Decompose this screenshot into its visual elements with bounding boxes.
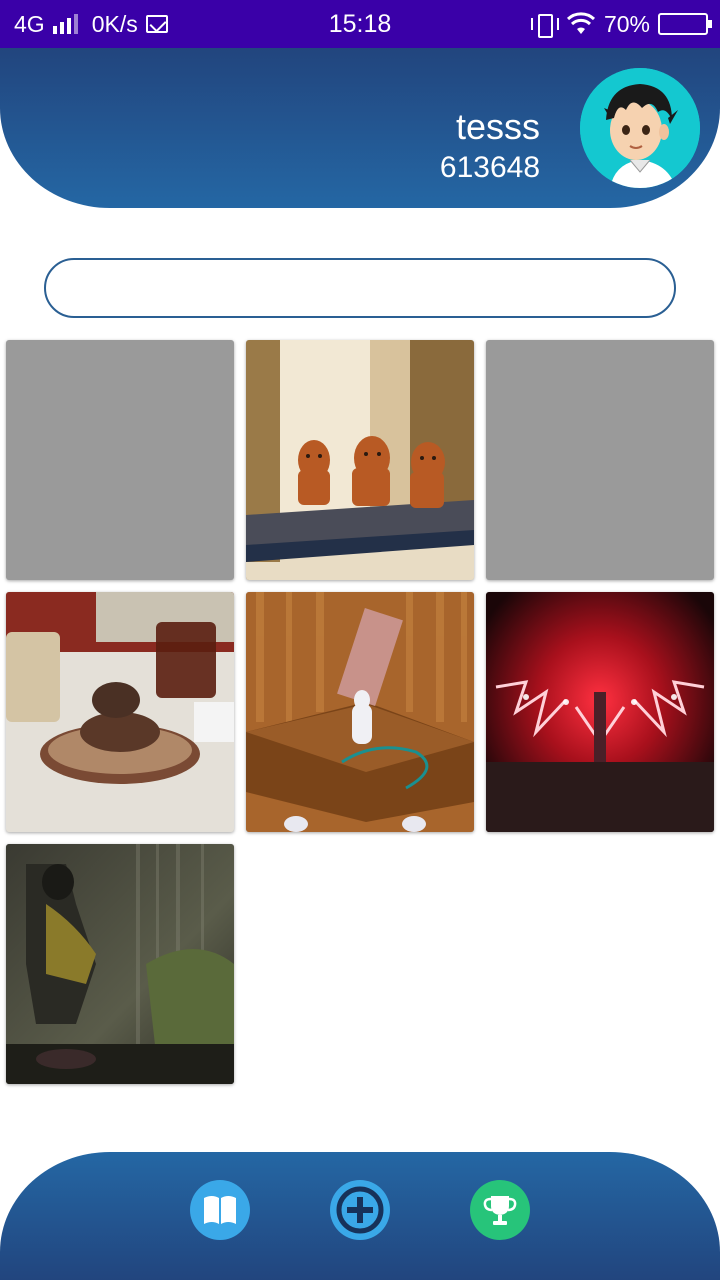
signal-icon (52, 14, 78, 34)
gallery-item-5[interactable] (246, 592, 474, 832)
battery-icon (658, 13, 712, 35)
leaderboard-button[interactable] (470, 1180, 530, 1240)
vibrate-icon (530, 12, 559, 38)
avatar-illustration (580, 68, 700, 188)
battery-percent: 70% (603, 10, 650, 37)
book-icon (204, 1196, 236, 1224)
gallery-item-7[interactable] (6, 844, 234, 1084)
gallery-item-1[interactable] (6, 340, 234, 580)
gallery-item-6[interactable] (486, 592, 714, 832)
wooden-animals-photo (246, 340, 474, 580)
user-id: 613648 (439, 151, 540, 184)
dark-hero-photo (6, 844, 234, 1084)
gallery-item-4[interactable] (6, 592, 234, 832)
search-input[interactable] (44, 258, 676, 318)
message-icon (145, 15, 168, 33)
avatar[interactable] (580, 68, 700, 188)
gallery-item-3[interactable] (486, 340, 714, 580)
library-button[interactable] (190, 1180, 250, 1240)
shelf-figurine-photo (246, 592, 474, 832)
network-label: 4G (14, 10, 45, 37)
red-art-photo (486, 592, 714, 832)
status-bar: 4G 0K/s 15:18 70% (0, 0, 720, 48)
status-left: 4G 0K/s (14, 11, 168, 38)
user-info: tesss 613648 (440, 106, 540, 186)
wifi-icon (566, 12, 595, 34)
bottom-nav (0, 1152, 720, 1280)
network-speed: 0K/s (91, 10, 138, 37)
username: tesss (455, 106, 540, 147)
dessert-photo (6, 592, 234, 832)
status-right: 70% (530, 10, 712, 38)
gallery-item-2[interactable] (246, 340, 474, 580)
add-button[interactable] (330, 1180, 390, 1240)
app-screen: 4G 0K/s 15:18 70% tesss 613648 (0, 0, 720, 1280)
add-icon (336, 1186, 384, 1234)
trophy-icon (483, 1196, 517, 1225)
